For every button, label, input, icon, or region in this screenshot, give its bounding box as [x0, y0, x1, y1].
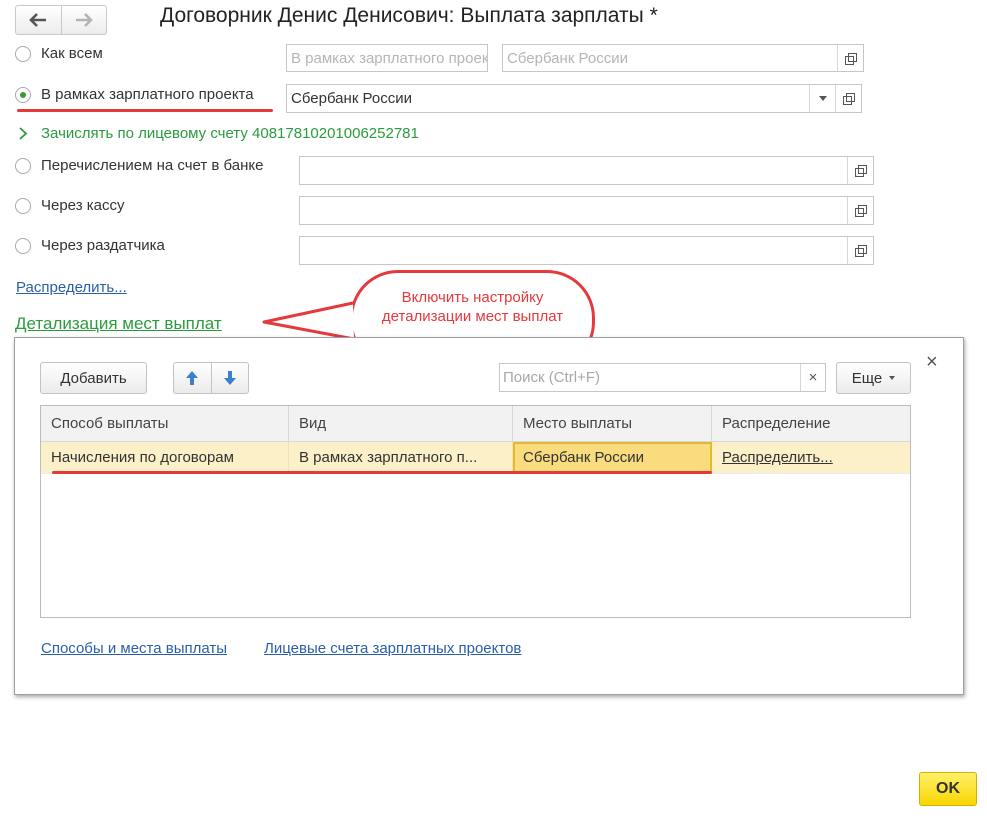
more-button[interactable]: Еще	[836, 362, 911, 394]
arrow-up-icon	[186, 371, 199, 385]
radio-label-cash-desk: Через кассу	[41, 197, 125, 214]
column-header[interactable]: Распределение	[712, 406, 910, 441]
as-all-project-value: В рамках зарплатного проекта	[291, 49, 487, 67]
back-button[interactable]	[16, 6, 61, 34]
close-icon[interactable]: ×	[926, 352, 938, 372]
as-all-project-field[interactable]: В рамках зарплатного проекта	[286, 44, 488, 72]
annotation-underline	[17, 109, 273, 112]
open-button[interactable]	[835, 85, 861, 112]
account-link[interactable]: Зачислять по лицевому счету 408178102010…	[41, 125, 419, 142]
table-row[interactable]: Начисления по договорам В рамках зарплат…	[41, 442, 910, 474]
payment-places-panel: Добавить Поиск (Ctrl+F) × Еще × Способ в…	[14, 337, 964, 695]
arrow-right-icon	[75, 13, 93, 27]
radio-as-all[interactable]	[15, 46, 31, 62]
table-header: Способ выплаты Вид Место выплаты Распред…	[41, 406, 910, 442]
radio-label-salary-project: В рамках зарплатного проекта	[41, 86, 254, 103]
radio-salary-project[interactable]	[15, 87, 31, 103]
ok-button[interactable]: OK	[919, 772, 977, 806]
cell-method[interactable]: Начисления по договорам	[41, 442, 289, 473]
move-buttons	[173, 362, 249, 394]
cash-desk-field[interactable]	[299, 196, 874, 225]
radio-label-distributor: Через раздатчика	[41, 237, 165, 254]
forward-button[interactable]	[60, 6, 107, 34]
page-title: Договорник Денис Денисович: Выплата зарп…	[160, 4, 658, 27]
payment-places-table: Способ выплаты Вид Место выплаты Распред…	[40, 405, 911, 618]
cell-place[interactable]: Сбербанк России	[513, 442, 712, 473]
bank-account-field[interactable]	[299, 156, 874, 185]
chevron-right-icon	[19, 127, 28, 140]
salary-project-field[interactable]: Сбербанк России	[286, 84, 862, 113]
open-button[interactable]	[847, 157, 873, 184]
radio-distributor[interactable]	[15, 238, 31, 254]
navigation-buttons	[15, 5, 107, 35]
distribute-row-link[interactable]: Распределить...	[722, 449, 833, 466]
arrow-left-icon	[29, 13, 47, 27]
open-icon	[855, 165, 867, 177]
open-icon	[855, 205, 867, 217]
distribute-link[interactable]: Распределить...	[16, 279, 127, 296]
open-button[interactable]	[847, 197, 873, 224]
column-header[interactable]: Место выплаты	[513, 406, 712, 441]
column-header[interactable]: Вид	[289, 406, 513, 441]
as-all-bank-field[interactable]: Сбербанк России	[502, 44, 864, 72]
radio-bank-transfer[interactable]	[15, 158, 31, 174]
payment-methods-link[interactable]: Способы и места выплаты	[41, 640, 227, 657]
radio-label-bank-transfer: Перечислением на счет в банке	[41, 157, 264, 174]
add-button[interactable]: Добавить	[40, 362, 147, 394]
callout-text: Включить настройку детализации мест выпл…	[381, 289, 564, 325]
move-up-button[interactable]	[174, 363, 211, 393]
search-input[interactable]: Поиск (Ctrl+F) ×	[499, 363, 826, 392]
dropdown-button[interactable]	[809, 85, 835, 112]
open-icon	[843, 93, 855, 105]
chevron-down-icon	[818, 96, 827, 101]
cell-distribution[interactable]: Распределить...	[712, 442, 910, 473]
open-icon	[845, 52, 857, 65]
more-button-label: Еще	[851, 369, 883, 387]
arrow-down-icon	[223, 371, 236, 385]
salary-project-value: Сбербанк России	[291, 90, 412, 107]
as-all-bank-value: Сбербанк России	[507, 49, 628, 67]
detail-link[interactable]: Детализация мест выплат	[15, 314, 222, 334]
cell-type[interactable]: В рамках зарплатного п...	[289, 442, 513, 473]
salary-accounts-link[interactable]: Лицевые счета зарплатных проектов	[264, 640, 521, 657]
move-down-button[interactable]	[210, 363, 249, 393]
chevron-down-icon	[889, 376, 896, 380]
open-button[interactable]	[837, 45, 863, 71]
distributor-field[interactable]	[299, 236, 874, 265]
column-header[interactable]: Способ выплаты	[41, 406, 289, 441]
annotation-underline	[52, 471, 712, 474]
radio-label-as-all: Как всем	[41, 45, 103, 62]
radio-cash-desk[interactable]	[15, 198, 31, 214]
open-icon	[855, 245, 867, 257]
search-placeholder: Поиск (Ctrl+F)	[503, 369, 600, 386]
clear-search-button[interactable]: ×	[800, 364, 825, 391]
open-button[interactable]	[847, 237, 873, 264]
